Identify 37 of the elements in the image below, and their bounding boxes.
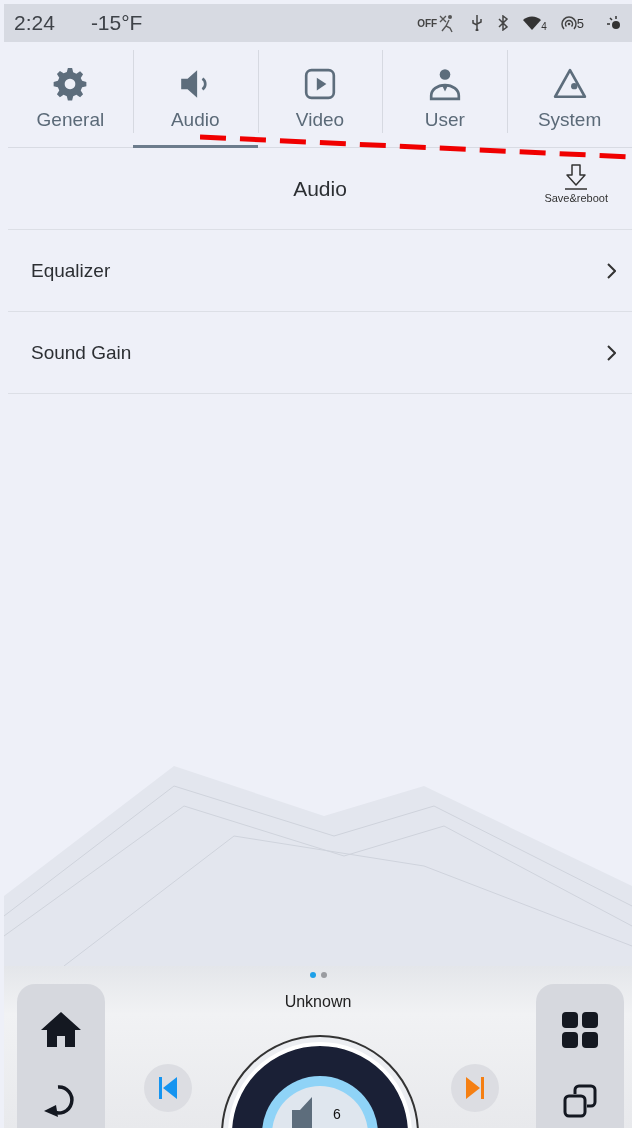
app-grid-icon[interactable] <box>562 1012 598 1048</box>
play-icon <box>303 67 337 101</box>
volume-knob[interactable] <box>221 1035 419 1128</box>
settings-tab[interactable]: General <box>8 42 133 148</box>
chevron-right-icon <box>606 262 616 279</box>
sun-icon <box>606 15 622 31</box>
clock: 2:24 <box>14 11 55 35</box>
usb-icon <box>471 15 484 31</box>
previous-button[interactable] <box>144 1064 192 1112</box>
skip-next-icon <box>465 1077 485 1099</box>
track-title: Unknown <box>284 993 352 1011</box>
download-icon <box>564 164 589 190</box>
page-indicator-dot[interactable] <box>309 972 316 978</box>
save-reboot-button[interactable]: Save&reboot <box>544 164 608 204</box>
skip-previous-icon <box>158 1077 178 1099</box>
settings-tab[interactable]: System <box>507 42 632 148</box>
airbag-status: OFF <box>417 17 438 29</box>
wifi-strength-label: 4 <box>541 20 547 32</box>
settings-row[interactable]: Equalizer <box>8 230 632 312</box>
home-icon[interactable] <box>40 1011 82 1047</box>
hotspot-icon <box>560 15 577 31</box>
page-title: Audio <box>293 176 347 201</box>
settings-tab[interactable]: Audio <box>132 42 258 148</box>
speaker-icon <box>292 1097 312 1128</box>
windows-icon[interactable] <box>563 1084 597 1118</box>
page-indicator-dot[interactable] <box>320 972 327 978</box>
settings-tab[interactable]: Video <box>257 42 383 148</box>
user-icon <box>427 67 462 101</box>
gear-icon <box>53 67 88 101</box>
settings-row[interactable]: Sound Gain <box>8 312 632 394</box>
volume-level: 6 <box>333 1106 341 1122</box>
settings-tab[interactable]: User <box>382 42 508 148</box>
wifi-icon <box>523 16 542 30</box>
chevron-right-icon <box>606 344 616 361</box>
bluetooth-icon <box>497 15 510 31</box>
hotspot-count-label: 5 <box>576 15 584 31</box>
temperature: -15°F <box>90 11 143 35</box>
